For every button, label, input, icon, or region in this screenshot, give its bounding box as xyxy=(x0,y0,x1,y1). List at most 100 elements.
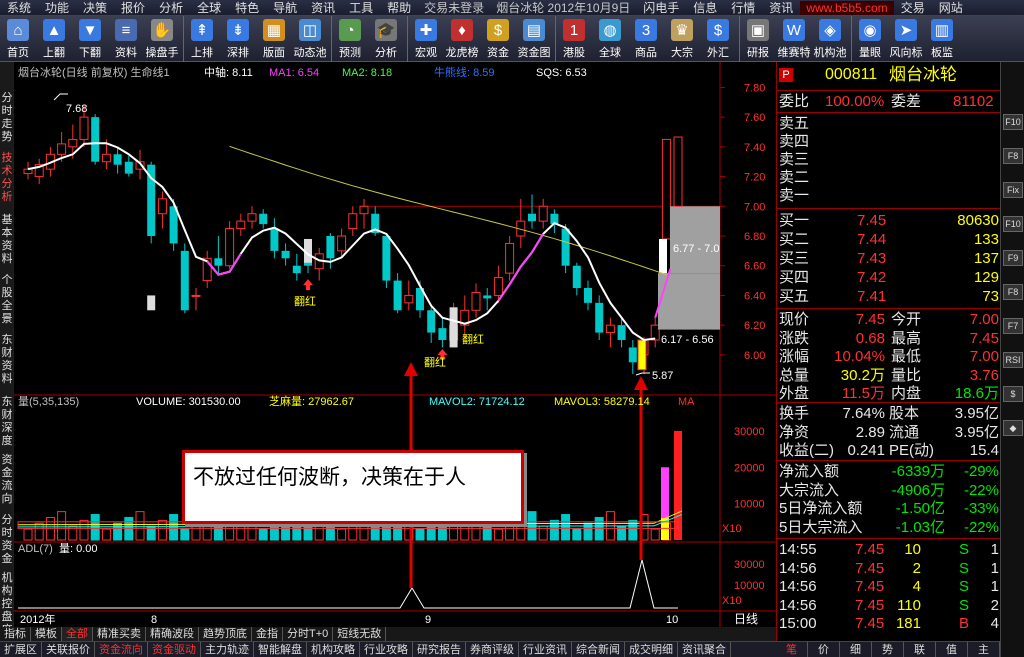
left-tab-0[interactable]: 分时走势 xyxy=(0,92,14,144)
extension-tab-12[interactable]: 成交明细 xyxy=(625,642,678,657)
toolbar-button-12[interactable]: 🎓 分析 xyxy=(368,16,404,62)
menu-quote[interactable]: 报价 xyxy=(114,0,152,16)
side-tool-button-7[interactable]: RSI xyxy=(1003,352,1023,368)
toolbar-button-25[interactable]: ▣ 研报 xyxy=(740,16,776,62)
toolbar-button-1[interactable]: ▲ 上翻 xyxy=(36,16,72,62)
toolbar-button-16[interactable]: $ 资金 xyxy=(480,16,516,62)
indicator-tab-4[interactable]: 精确波段 xyxy=(146,627,199,641)
left-tab-5[interactable]: 东财深度 xyxy=(0,396,14,448)
extension-tab-6[interactable]: 机构攻略 xyxy=(307,642,360,657)
indicator-tab-1[interactable]: 模板 xyxy=(31,627,62,641)
toolbar-button-15[interactable]: ♦ 龙虎榜 xyxy=(444,16,480,62)
left-tab-1[interactable]: 技术分析 xyxy=(0,152,14,204)
extension-tab-10[interactable]: 行业资讯 xyxy=(519,642,572,657)
side-tool-button-5[interactable]: F8 xyxy=(1003,284,1023,300)
menu-navigation[interactable]: 导航 xyxy=(266,0,304,16)
toolbar-button-2[interactable]: ▼ 下翻 xyxy=(72,16,108,62)
indicator-tab-8[interactable]: 短线无敌 xyxy=(333,627,387,641)
toolbar-button-21[interactable]: 3 商品 xyxy=(628,16,664,62)
toolbar-button-17[interactable]: ▤ 资金图 xyxy=(516,16,552,62)
toolbar-button-14[interactable]: ✚ 宏观 xyxy=(408,16,444,62)
menu-function[interactable]: 功能 xyxy=(38,0,76,16)
extension-tab-9[interactable]: 券商评级 xyxy=(466,642,519,657)
menu-tools[interactable]: 工具 xyxy=(342,0,380,16)
toolbar-button-0[interactable]: ⌂ 首页 xyxy=(0,16,36,62)
menu-system[interactable]: 系统 xyxy=(0,0,38,16)
extension-tab-1[interactable]: 关联报价 xyxy=(42,642,95,657)
menu-info[interactable]: 信息 xyxy=(686,0,724,16)
left-tab-2[interactable]: 基本资料 xyxy=(0,214,14,266)
toolbar-button-9[interactable]: ◫ 动态池 xyxy=(292,16,328,62)
left-tab-6[interactable]: 资金流向 xyxy=(0,454,14,506)
indicator-tab-0[interactable]: 指标 xyxy=(0,627,31,641)
p-badge[interactable]: P xyxy=(779,68,793,82)
volume-bar xyxy=(34,522,44,541)
indicator-tab-2[interactable]: 全部 xyxy=(62,627,93,641)
extension-tab-3[interactable]: 资金驱动 xyxy=(148,642,201,657)
extension-tab-13[interactable]: 资讯聚合 xyxy=(678,642,731,657)
toolbar-button-6[interactable]: ⇞ 上排 xyxy=(184,16,220,62)
extension-tab-11[interactable]: 综合新闻 xyxy=(572,642,625,657)
quote-tab-3[interactable]: 势 xyxy=(872,642,904,657)
side-tool-button-8[interactable]: $ xyxy=(1003,386,1023,402)
side-tool-button-0[interactable]: F10 xyxy=(1003,114,1023,130)
toolbar-button-27[interactable]: ◈ 机构池 xyxy=(812,16,848,62)
quote-tab-5[interactable]: 值 xyxy=(936,642,968,657)
quote-tab-6[interactable]: 主 xyxy=(968,642,1000,657)
toolbar-button-3[interactable]: ≡ 资料 xyxy=(108,16,144,62)
side-tool-button-1[interactable]: F8 xyxy=(1003,148,1023,164)
menu-analysis[interactable]: 分析 xyxy=(152,0,190,16)
toolbar-button-30[interactable]: ➤ 风向标 xyxy=(888,16,924,62)
extension-tab-0[interactable]: 扩展区 xyxy=(0,642,42,657)
left-tab-7[interactable]: 分时资金 xyxy=(0,514,14,566)
toolbar-button-7[interactable]: ⇟ 深排 xyxy=(220,16,256,62)
toolbar-button-23[interactable]: $ 外汇 xyxy=(700,16,736,62)
toolbar-button-8[interactable]: ▦ 版面 xyxy=(256,16,292,62)
volume-bar xyxy=(57,511,67,541)
quote-tab-4[interactable]: 联 xyxy=(904,642,936,657)
website-marquee[interactable]: www.b5b5.com xyxy=(800,0,894,15)
toolbar-button-26[interactable]: W 维赛特 xyxy=(776,16,812,62)
menu-flash[interactable]: 闪电手 xyxy=(636,0,686,16)
menu-market[interactable]: 行情 xyxy=(724,0,762,16)
login-status[interactable]: 交易未登录 xyxy=(418,0,490,16)
menu-trade[interactable]: 交易 xyxy=(894,0,932,16)
menu-website[interactable]: 网站 xyxy=(932,0,970,16)
quote-tab-1[interactable]: 价 xyxy=(808,642,840,657)
extension-tab-2[interactable]: 资金流向 xyxy=(95,642,148,657)
x-axis-month-9: 9 xyxy=(425,614,431,626)
menu-help[interactable]: 帮助 xyxy=(380,0,418,16)
toolbar-button-22[interactable]: ♛ 大宗 xyxy=(664,16,700,62)
kline-chart[interactable]: 7.80 7.60 7.40 7.20 7.00 6.80 6.60 6.40 6.20 6.00… xyxy=(14,62,776,627)
left-tab-3[interactable]: 个股全景 xyxy=(0,274,14,326)
toolbar-button-19[interactable]: 1 港股 xyxy=(556,16,592,62)
menu-news-right[interactable]: 资讯 xyxy=(762,0,800,16)
indicator-tab-7[interactable]: 分时T+0 xyxy=(283,627,334,641)
side-tool-button-9[interactable]: ◆ xyxy=(1003,420,1023,436)
menu-feature[interactable]: 特色 xyxy=(228,0,266,16)
extension-tab-5[interactable]: 智能解盘 xyxy=(254,642,307,657)
toolbar-button-4[interactable]: ✋ 操盘手 xyxy=(144,16,180,62)
quote-tab-0[interactable]: 笔 xyxy=(776,642,808,657)
side-tool-button-3[interactable]: F10 xyxy=(1003,216,1023,232)
menu-decision[interactable]: 决策 xyxy=(76,0,114,16)
quote-tab-2[interactable]: 细 xyxy=(840,642,872,657)
toolbar-button-11[interactable]: ◔ 预测 xyxy=(332,16,368,62)
indicator-ma2: MA2: 8.18 xyxy=(342,67,392,79)
indicator-tab-3[interactable]: 精准买卖 xyxy=(93,627,146,641)
indicator-tab-5[interactable]: 趋势顶底 xyxy=(199,627,252,641)
menu-global[interactable]: 全球 xyxy=(190,0,228,16)
side-tool-button-2[interactable]: Fix xyxy=(1003,182,1023,198)
menu-news[interactable]: 资讯 xyxy=(304,0,342,16)
extension-tab-4[interactable]: 主力轨迹 xyxy=(201,642,254,657)
extension-tab-8[interactable]: 研究报告 xyxy=(413,642,466,657)
extension-tab-7[interactable]: 行业攻略 xyxy=(360,642,413,657)
toolbar-button-20[interactable]: ◍ 全球 xyxy=(592,16,628,62)
toolbar-button-31[interactable]: ▥ 板监 xyxy=(924,16,960,62)
toolbar-button-29[interactable]: ◉ 量眼 xyxy=(852,16,888,62)
left-tab-4[interactable]: 东财资料 xyxy=(0,334,14,386)
period-label[interactable]: 日线 xyxy=(734,612,758,626)
side-tool-button-4[interactable]: F9 xyxy=(1003,250,1023,266)
indicator-tab-6[interactable]: 金指 xyxy=(252,627,283,641)
side-tool-button-6[interactable]: F7 xyxy=(1003,318,1023,334)
